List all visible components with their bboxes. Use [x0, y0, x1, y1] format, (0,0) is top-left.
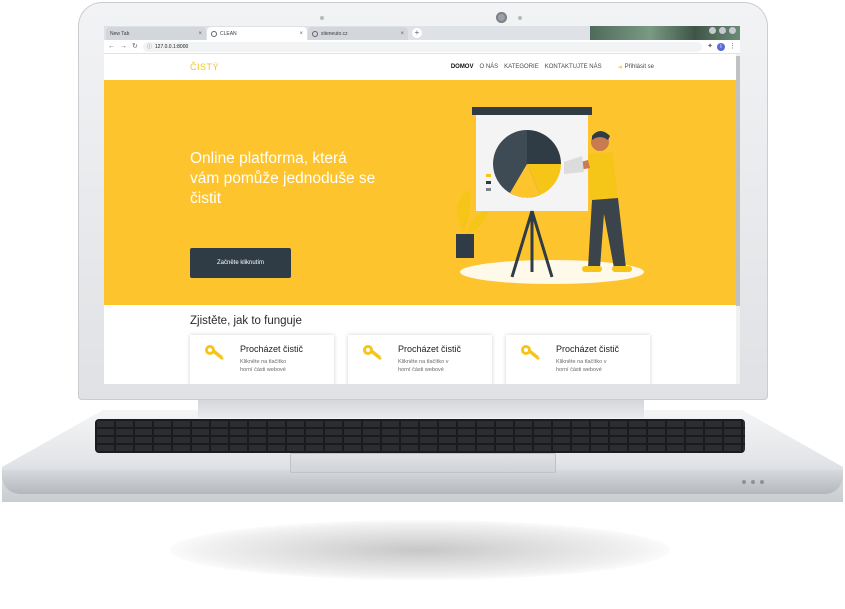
card-text: Klikněte na tlačítko horní části webové [240, 358, 310, 374]
info-icon: ⓘ [146, 44, 152, 50]
card-text-line: Klikněte na tlačítko v [398, 359, 449, 365]
menu-item-kontakt[interactable]: KONTAKTUJTE NÁS [545, 64, 602, 70]
menu-dots-icon[interactable]: ⋮ [729, 43, 736, 50]
site-logo[interactable]: ČISTÝ [190, 62, 219, 72]
new-tab-button[interactable]: + [412, 28, 422, 38]
card-text-line: horní části webové [556, 367, 602, 373]
laptop-shadow [170, 520, 670, 580]
web-page: ČISTÝ DOMOV O NÁS KATEGORIE KONTAKTUJTE … [104, 54, 740, 384]
sensor-dot [518, 16, 522, 20]
profile-avatar[interactable]: I [717, 42, 725, 51]
status-lights [742, 480, 764, 484]
extensions-icon[interactable]: ✦ [707, 43, 713, 50]
menu-item-kategorie[interactable]: KATEGORIE [504, 64, 539, 70]
section-title: Zjistěte, jak to funguje [190, 315, 302, 327]
card-text: Klikněte na tlačítko v horní části webov… [556, 358, 626, 374]
feature-card[interactable]: Procházet čistič Klikněte na tlačítko ho… [190, 335, 334, 384]
tab-label: CLEAN [220, 30, 237, 37]
hero-title-line: Online platforma, která [190, 150, 347, 167]
card-title: Procházet čistič [398, 344, 462, 354]
maximize-icon[interactable] [719, 27, 726, 34]
key-icon [521, 345, 540, 360]
hero-title: Online platforma, která vám pomůže jedno… [190, 149, 430, 209]
login-arrow-icon: ➜ [617, 64, 623, 71]
browser-window: New Tab × CLEAN × siteneuto.cz × + ← → ↻… [104, 26, 740, 384]
scrollbar-thumb[interactable] [736, 56, 740, 306]
back-arrow-icon[interactable]: ← [108, 43, 115, 50]
laptop-mockup: New Tab × CLEAN × siteneuto.cz × + ← → ↻… [0, 0, 845, 609]
card-text-line: horní části webové [398, 367, 444, 373]
presenter-pie-chart-illustration [456, 107, 644, 284]
window-controls [709, 27, 736, 34]
card-text-line: horní části webové [240, 367, 286, 373]
page-scrollbar[interactable] [736, 54, 740, 384]
hero-title-line: čistit [190, 190, 221, 207]
feature-cards: Procházet čistič Klikněte na tlačítko ho… [190, 335, 740, 384]
card-title: Procházet čistič [240, 344, 304, 354]
url-text: 127.0.0.1:8000 [154, 43, 189, 50]
main-menu: DOMOV O NÁS KATEGORIE KONTAKTUJTE NÁS ➜ … [451, 64, 654, 71]
hero-section: Online platforma, která vám pomůže jedno… [104, 80, 740, 305]
tab-bar: New Tab × CLEAN × siteneuto.cz × + [104, 26, 740, 40]
hero-title-line: vám pomůže jednoduše se [190, 170, 376, 187]
card-text-line: Klikněte na tlačítko v [556, 359, 607, 365]
forward-arrow-icon[interactable]: → [120, 43, 127, 50]
globe-icon [312, 30, 318, 37]
close-tab-icon[interactable]: × [400, 31, 404, 37]
card-text-line: Klikněte na tlačítko [240, 359, 287, 365]
tab-site[interactable]: siteneuto.cz × [308, 27, 408, 40]
browser-actions: ✦ I ⋮ [707, 42, 736, 51]
keyboard [95, 419, 745, 453]
tab-clean[interactable]: CLEAN × [207, 27, 307, 40]
menu-item-domov[interactable]: DOMOV [451, 64, 474, 70]
close-tab-icon[interactable]: × [299, 31, 303, 37]
tab-new-tab[interactable]: New Tab × [106, 27, 206, 40]
sensor-dot [320, 16, 324, 20]
feature-card[interactable]: Procházet čistič Klikněte na tlačítko v … [348, 335, 492, 384]
close-window-icon[interactable] [729, 27, 736, 34]
key-icon [363, 345, 382, 360]
close-tab-icon[interactable]: × [198, 31, 202, 37]
tab-label: siteneuto.cz [321, 30, 348, 37]
how-it-works-section: Zjistěte, jak to funguje Procházet čisti… [104, 305, 740, 384]
login-link[interactable]: ➜ Přihlásit se [618, 64, 654, 71]
feature-card[interactable]: Procházet čistič Klikněte na tlačítko v … [506, 335, 650, 384]
card-title: Procházet čistič [556, 344, 620, 354]
address-bar: ← → ↻ ⓘ 127.0.0.1:8000 ✦ I ⋮ [104, 40, 740, 54]
tab-label: New Tab [110, 30, 130, 37]
card-text: Klikněte na tlačítko v horní části webov… [398, 358, 468, 374]
login-label: Přihlásit se [624, 64, 654, 70]
site-navbar: ČISTÝ DOMOV O NÁS KATEGORIE KONTAKTUJTE … [104, 54, 740, 80]
touchpad [290, 453, 556, 473]
minimize-icon[interactable] [709, 27, 716, 34]
url-field[interactable]: ⓘ 127.0.0.1:8000 [142, 41, 703, 52]
menu-item-o-nas[interactable]: O NÁS [479, 64, 498, 70]
key-icon [205, 345, 224, 360]
laptop-front-edge [2, 470, 843, 494]
globe-icon [211, 30, 217, 37]
start-button[interactable]: Začněte kliknutím [190, 248, 291, 278]
webcam [496, 12, 507, 23]
reload-icon[interactable]: ↻ [132, 43, 138, 50]
